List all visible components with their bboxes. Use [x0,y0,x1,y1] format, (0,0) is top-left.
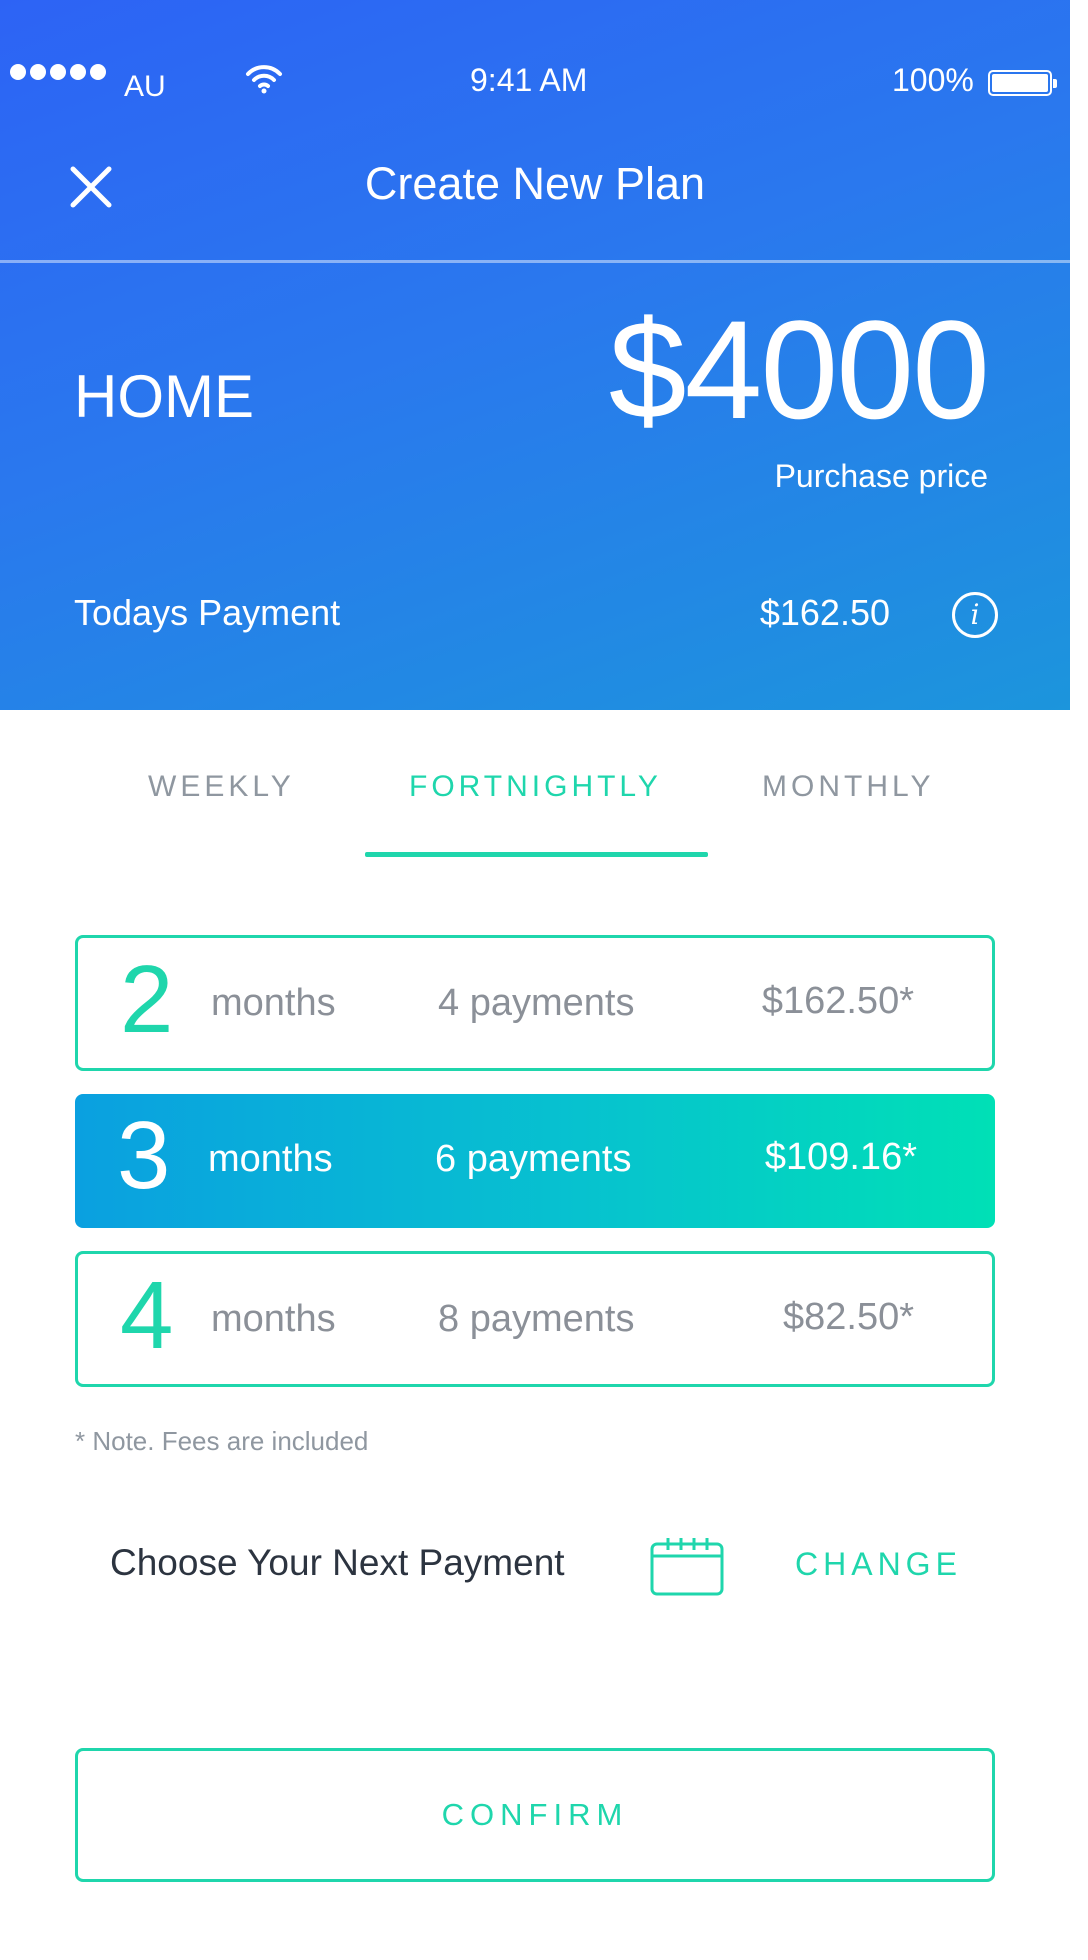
fees-note: * Note. Fees are included [75,1426,369,1456]
option-payment-amount: $162.50* [761,980,914,1022]
option-duration-number: 2 [120,946,174,1053]
purchase-price: $4000 [608,291,990,448]
confirm-button[interactable]: CONFIRM [75,1748,995,1882]
option-payment-amount: $82.50* [782,1296,914,1338]
tab-monthly[interactable]: MONTHLY [762,770,934,804]
battery-percent: 100% [892,62,974,98]
info-icon[interactable]: i [952,592,998,638]
wifi-icon [245,64,283,102]
todays-payment-value: $162.50 [759,592,890,633]
page-title: Create New Plan [364,158,706,209]
option-duration-unit: months [211,1298,336,1340]
option-duration-unit: months [211,982,336,1024]
status-time: 9:41 AM [470,62,588,98]
plan-category: HOME [74,363,254,430]
frequency-tabs: WEEKLY FORTNIGHTLY MONTHLY [0,770,1070,860]
battery-icon [988,70,1057,96]
option-duration-unit: months [208,1138,333,1180]
tab-fortnightly[interactable]: FORTNIGHTLY [409,770,662,804]
option-payment-count: 8 payments [438,1298,635,1340]
create-plan-screen: AU 9:41 AM 100% Create New Plan HOME $40… [0,0,1070,1960]
tab-weekly[interactable]: WEEKLY [148,770,295,804]
option-payment-count: 4 payments [438,982,635,1024]
carrier-name: AU [124,70,166,103]
plan-option-4-months[interactable]: 4 months 8 payments $82.50* [75,1251,995,1387]
signal-icon [10,64,106,80]
plan-header: AU 9:41 AM 100% Create New Plan HOME $40… [0,0,1070,710]
option-payment-count: 6 payments [435,1138,632,1180]
todays-payment-label: Todays Payment [74,592,341,633]
next-payment-label: Choose Your Next Payment [110,1542,565,1583]
option-duration-number: 4 [120,1262,174,1369]
status-bar: AU 9:41 AM 100% [0,58,1070,108]
plan-option-2-months[interactable]: 2 months 4 payments $162.50* [75,935,995,1071]
header-divider [0,260,1070,263]
active-tab-indicator [365,852,708,857]
option-payment-amount: $109.16* [764,1136,917,1178]
change-date-button[interactable]: CHANGE [795,1546,962,1583]
calendar-icon[interactable] [650,1536,724,1601]
plan-option-3-months[interactable]: 3 months 6 payments $109.16* [75,1094,995,1228]
option-duration-number: 3 [117,1102,171,1209]
purchase-price-label: Purchase price [774,458,988,494]
